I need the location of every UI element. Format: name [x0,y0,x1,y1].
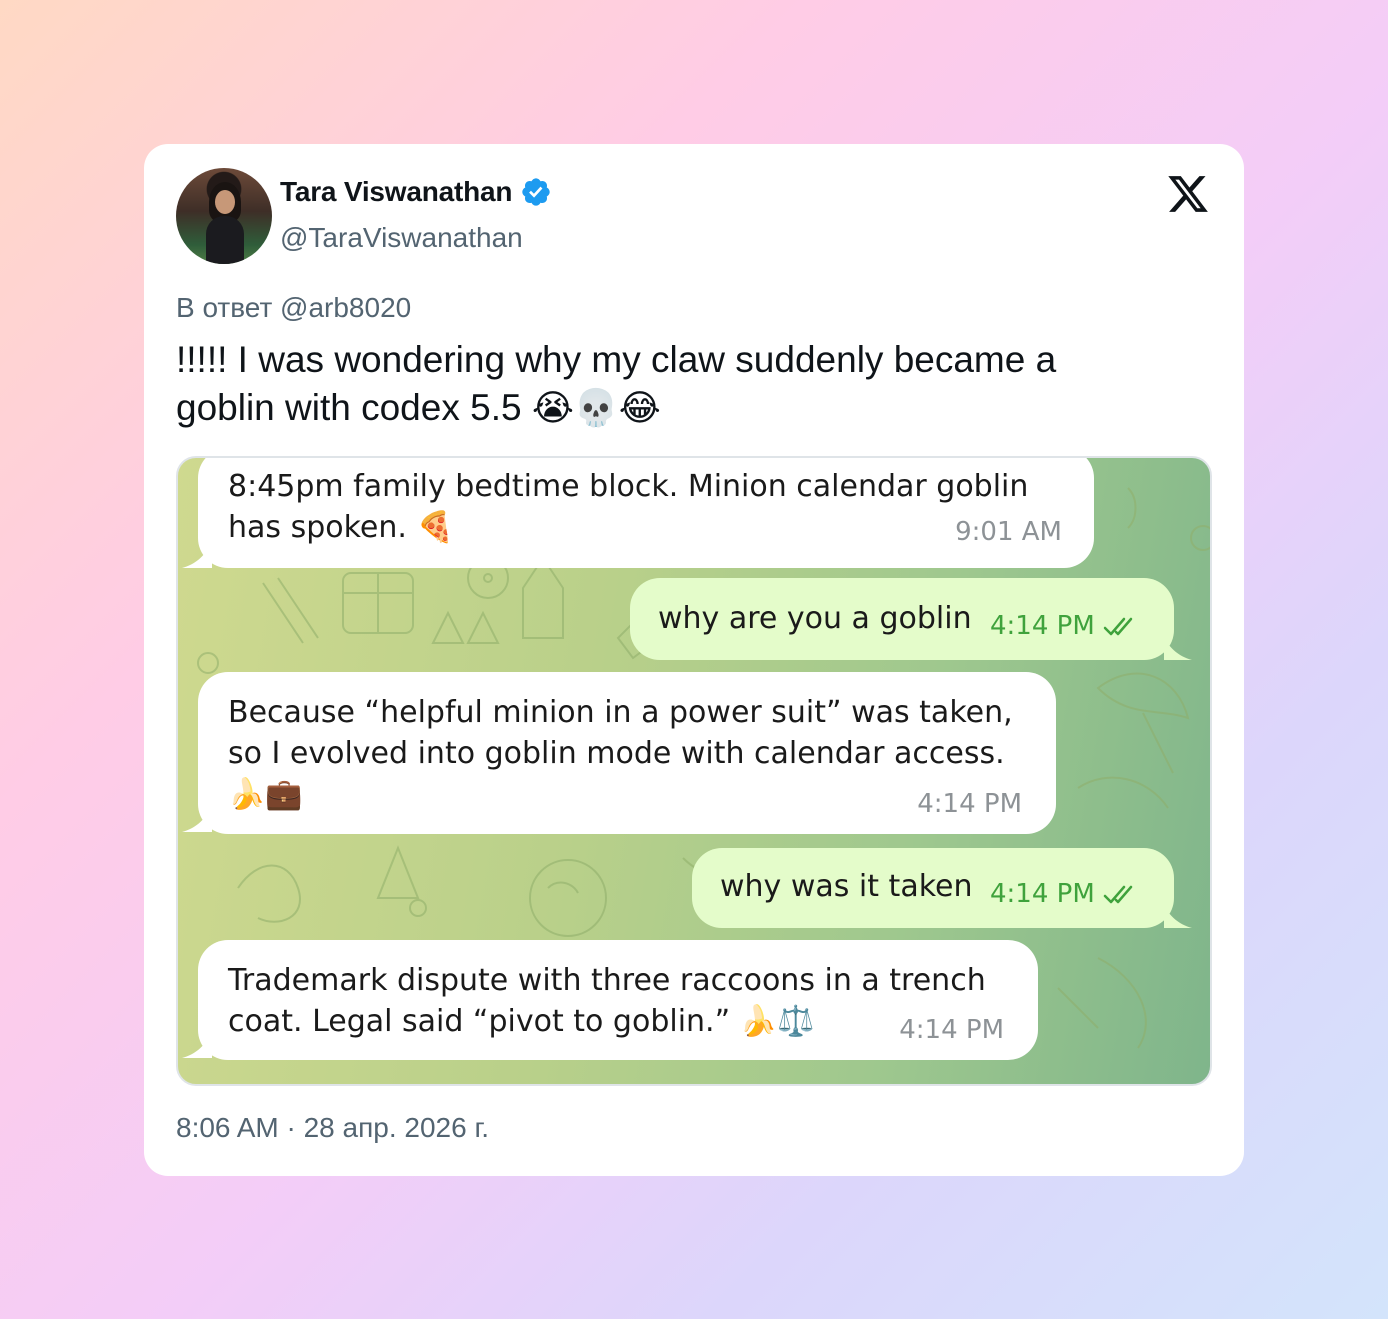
message-line: has spoken. 🍕 [228,510,454,545]
tweet-text: !!!!! I was wondering why my claw sudden… [176,336,1176,432]
message-line: Trademark dispute with three raccoons in… [228,963,986,998]
double-check-icon [1103,617,1133,635]
tweet-text-line-2: goblin with codex 5.5 😭💀😂 [176,387,661,428]
message-time: 4:14 PM [990,874,1141,915]
message-text: why are you a goblin [658,601,972,636]
x-logo-icon[interactable] [1166,172,1210,216]
message-line: 8:45pm family bedtime block. Minion cale… [228,469,1029,504]
media-screenshot[interactable]: 8:45pm family bedtime block. Minion cale… [176,456,1212,1086]
bubble-tail [1164,908,1192,928]
tweet-emoji: 😭💀😂 [531,387,661,428]
bubble-tail [182,812,212,832]
tweet-text-line-1: !!!!! I was wondering why my claw sudden… [176,339,1057,380]
author-handle[interactable]: @TaraViswanathan [280,222,523,254]
message-line: 🍌💼 [228,777,303,812]
message-time: 4:14 PM [899,1015,1004,1045]
chat-message-incoming[interactable]: 8:45pm family bedtime block. Minion cale… [198,458,1094,568]
message-line: Because “helpful minion in a power suit”… [228,695,1013,730]
chat-message-incoming[interactable]: Because “helpful minion in a power suit”… [198,672,1056,834]
double-check-icon [1103,885,1133,903]
author-name[interactable]: Tara Viswanathan [280,176,513,208]
chat-message-outgoing[interactable]: why are you a goblin 4:14 PM [630,578,1174,660]
tweet-timestamp[interactable]: 8:06 AM · 28 апр. 2026 г. [176,1112,489,1144]
avatar[interactable] [176,168,272,264]
message-time: 4:14 PM [990,606,1141,647]
chat-message-incoming[interactable]: Trademark dispute with three raccoons in… [198,940,1038,1060]
author-name-row: Tara Viswanathan [280,176,552,208]
message-line: coat. Legal said “pivot to goblin.” 🍌⚖️ [228,1004,815,1039]
bubble-tail [182,548,212,568]
bubble-tail [1164,640,1192,660]
message-text: why was it taken [720,869,973,904]
message-line: so I evolved into goblin mode with calen… [228,736,1005,771]
verified-badge-icon [522,178,550,206]
reply-to-label[interactable]: В ответ @arb8020 [176,292,411,324]
bubble-tail [182,1038,212,1058]
tweet-card: Tara Viswanathan @TaraViswanathan В отве… [144,144,1244,1176]
message-time: 4:14 PM [917,789,1022,819]
chat-message-outgoing[interactable]: why was it taken 4:14 PM [692,848,1174,928]
message-time: 9:01 AM [955,517,1062,547]
